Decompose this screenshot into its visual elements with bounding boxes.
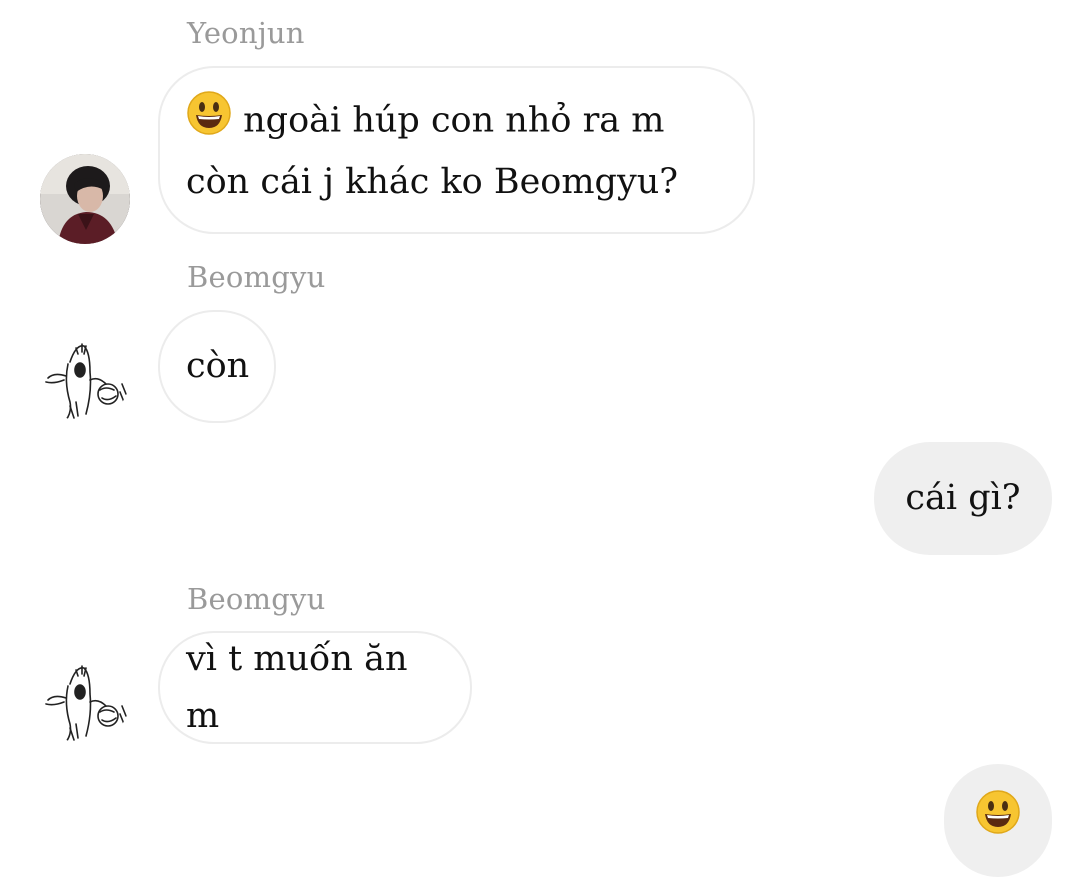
message-bubble-beomgyu[interactable]: còn: [158, 310, 276, 423]
message-text: ngoài húp con nhỏ ra m: [243, 100, 665, 140]
message-bubble-own[interactable]: cái gì?: [874, 442, 1052, 555]
message-text: còn: [186, 346, 250, 386]
beomgyu-avatar[interactable]: [40, 332, 130, 422]
message-text: vì t muốn ăn m: [186, 638, 408, 736]
yeonjun-avatar[interactable]: [40, 154, 130, 244]
message-bubble-beomgyu[interactable]: vì t muốn ăn m: [158, 631, 472, 744]
message-line-1: ngoài húp con nhỏ ra m: [186, 90, 678, 154]
sketch-figure-icon: [45, 665, 127, 743]
sender-name-yeonjun: Yeonjun: [187, 16, 305, 50]
message-line-2: còn cái j khác ko Beomgyu?: [186, 161, 679, 202]
message-bubble-yeonjun[interactable]: ngoài húp con nhỏ ra m còn cái j khác ko…: [158, 66, 755, 234]
yeonjun-photo-icon: [40, 154, 130, 244]
grinning-face-icon: [186, 90, 232, 154]
grinning-face-icon: [975, 789, 1021, 853]
message-text: cái gì?: [905, 478, 1021, 518]
message-bubble-own-emoji[interactable]: [944, 764, 1052, 877]
sender-name-beomgyu: Beomgyu: [187, 582, 326, 616]
sketch-figure-icon: [45, 343, 127, 421]
beomgyu-avatar[interactable]: [40, 654, 130, 744]
sender-name-beomgyu: Beomgyu: [187, 260, 326, 294]
